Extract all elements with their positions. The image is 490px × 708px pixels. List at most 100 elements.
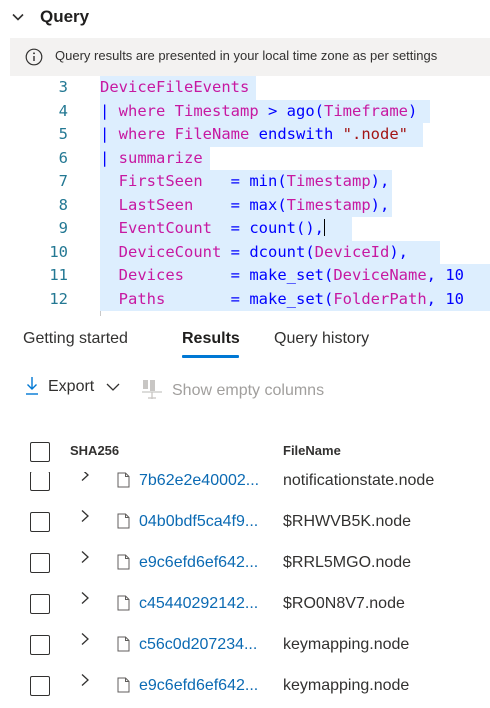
code-token: , 10 (426, 289, 464, 308)
code-token: Devices (100, 266, 231, 284)
query-header[interactable]: Query (0, 0, 490, 38)
sha256-link[interactable]: c45440292142... (139, 595, 258, 613)
line-number: 6 (58, 148, 68, 167)
code-token: count (249, 219, 296, 237)
chevron-right-icon[interactable] (80, 632, 90, 646)
chevron-right-icon[interactable] (80, 591, 90, 605)
download-icon (26, 377, 38, 395)
code-token: = (230, 195, 250, 214)
sha256-link[interactable]: e9c6efd6ef642... (139, 554, 258, 572)
code-line[interactable]: 9 EventCount = count(), (0, 217, 490, 241)
row-checkbox[interactable] (30, 594, 50, 614)
table-row[interactable]: c56c0d207234... keymapping.node (0, 626, 490, 667)
line-number: 12 (49, 289, 68, 308)
table-row[interactable]: 04b0bdf5ca4f9... $RHWVB5K.node (0, 503, 490, 544)
columns-icon (142, 380, 162, 399)
code-token: Timestamp (174, 101, 259, 120)
code-token: ), (370, 172, 390, 190)
sha256-link[interactable]: 7b62e2e40002... (139, 472, 259, 490)
code-token: DeviceCount (100, 242, 231, 261)
code-token: FirstSeen (100, 172, 231, 190)
code-token: ( (314, 101, 325, 120)
row-checkbox[interactable] (30, 635, 50, 655)
table-header: SHA256 FileName (0, 434, 490, 472)
code-token: min (249, 172, 278, 190)
file-icon (117, 554, 130, 570)
code-line[interactable]: 8 LastSeen = max(Timestamp), (0, 193, 490, 217)
code-token: ".node" (342, 125, 408, 143)
code-token: where (118, 125, 175, 143)
table-row[interactable]: e9c6efd6ef642... $RRL5MGO.node (0, 544, 490, 585)
code-token: (), (296, 219, 324, 237)
code-token: = (230, 219, 250, 237)
column-header-filename[interactable]: FileName (283, 443, 341, 458)
code-token: ( (323, 289, 334, 308)
sha256-link[interactable]: c56c0d207234... (139, 636, 257, 654)
code-token: | (100, 101, 119, 120)
code-token: make_set (249, 289, 324, 308)
tab-results[interactable]: Results (182, 330, 240, 348)
code-line[interactable]: 10 DeviceCount = dcount(DeviceId), (0, 240, 490, 265)
code-line[interactable]: 11 Devices = make_set(DeviceName, 10 (0, 264, 490, 288)
code-token: ( (277, 172, 287, 190)
code-token: ) (408, 101, 418, 120)
line-number: 5 (58, 125, 68, 143)
code-token: Timestamp (286, 195, 371, 214)
code-line[interactable]: 3 DeviceFileEvents (0, 76, 490, 100)
chevron-down-icon (106, 383, 120, 391)
code-token: max (249, 195, 278, 214)
filename-cell: $RO0N8V7.node (283, 595, 405, 612)
chevron-right-icon[interactable] (80, 673, 90, 687)
info-icon (25, 48, 43, 66)
sha256-link[interactable]: e9c6efd6ef642... (139, 677, 258, 695)
code-token: , 10 (426, 266, 464, 284)
code-token: = (230, 289, 250, 308)
active-tab-indicator (182, 355, 239, 358)
code-text: FirstSeen = min(Timestamp), (100, 170, 390, 194)
tab-getting-started[interactable]: Getting started (23, 330, 128, 348)
line-number: 11 (49, 266, 68, 284)
chevron-right-icon[interactable] (80, 472, 90, 482)
table-row[interactable]: e9c6efd6ef642... keymapping.node (0, 667, 490, 708)
code-text: DeviceCount = dcount(DeviceId), (100, 241, 408, 265)
file-icon (117, 677, 130, 693)
text-cursor (324, 219, 325, 236)
sha256-link[interactable]: 04b0bdf5ca4f9... (139, 513, 258, 531)
code-text: EventCount = count(), (100, 217, 325, 241)
code-token: where (118, 101, 175, 120)
table-row[interactable]: 7b62e2e40002... notificationstate.node (0, 472, 490, 503)
query-editor[interactable]: 3 DeviceFileEvents 4 | where Timestamp > ag… (0, 76, 490, 316)
code-text: | where Timestamp > ago(Timeframe) (100, 100, 417, 124)
row-checkbox[interactable] (30, 472, 50, 491)
code-line[interactable]: 5 | where FileName endswith ".node" (0, 123, 490, 147)
chevron-right-icon[interactable] (80, 509, 90, 523)
chevron-right-icon[interactable] (80, 550, 90, 564)
file-icon (117, 636, 130, 652)
results-toolbar: Export Show empty columns (0, 370, 490, 410)
chevron-down-icon[interactable] (12, 11, 24, 23)
code-token: dcount (249, 242, 306, 261)
table-row[interactable]: c45440292142... $RO0N8V7.node (0, 585, 490, 626)
code-line[interactable]: 6 | summarize (0, 146, 490, 170)
code-token: ago (286, 101, 315, 120)
code-token: summarize (118, 148, 203, 167)
select-all-checkbox[interactable] (30, 442, 50, 462)
code-line[interactable]: 7 FirstSeen = min(Timestamp), (0, 170, 490, 194)
code-token: > (258, 101, 287, 120)
code-token: | (100, 148, 119, 167)
row-checkbox[interactable] (30, 553, 50, 573)
code-token: LastSeen (100, 195, 231, 214)
code-token: ), (389, 242, 408, 261)
code-token: DeviceId (314, 242, 390, 261)
line-number: 8 (58, 195, 68, 214)
row-checkbox[interactable] (30, 512, 50, 532)
column-header-sha256[interactable]: SHA256 (70, 443, 119, 458)
tab-query-history[interactable]: Query history (274, 330, 369, 348)
code-token: FileName (174, 125, 250, 143)
code-line[interactable]: 12 Paths = make_set(FolderPath, 10 (0, 287, 490, 311)
query-title: Query (40, 7, 90, 26)
code-line[interactable]: 4 | where Timestamp > ago(Timeframe) (0, 99, 490, 124)
row-checkbox[interactable] (30, 676, 50, 696)
code-token: make_set (249, 266, 324, 284)
code-token: DeviceName (333, 266, 427, 284)
